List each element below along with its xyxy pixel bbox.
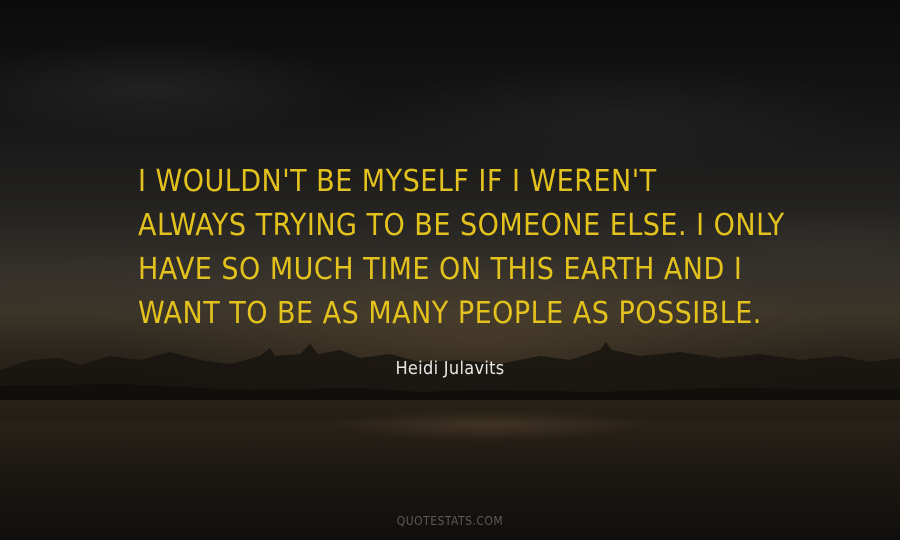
quote-line-4: want to be as many people as possible. xyxy=(138,296,762,331)
quote-card: I wouldn't be myself if I weren't always… xyxy=(0,0,900,540)
quote-line-3: have so much time on this earth and I xyxy=(138,252,743,287)
quote-line-2: always trying to be someone else. I only xyxy=(138,208,785,243)
site-watermark: QUOTESTATS.COM xyxy=(396,514,504,528)
water-reflection xyxy=(280,405,700,465)
quote-author: Heidi Julavits xyxy=(395,358,505,379)
quote-line-1: I wouldn't be myself if I weren't xyxy=(138,164,657,199)
quote-text: I wouldn't be myself if I weren't always… xyxy=(138,160,785,336)
